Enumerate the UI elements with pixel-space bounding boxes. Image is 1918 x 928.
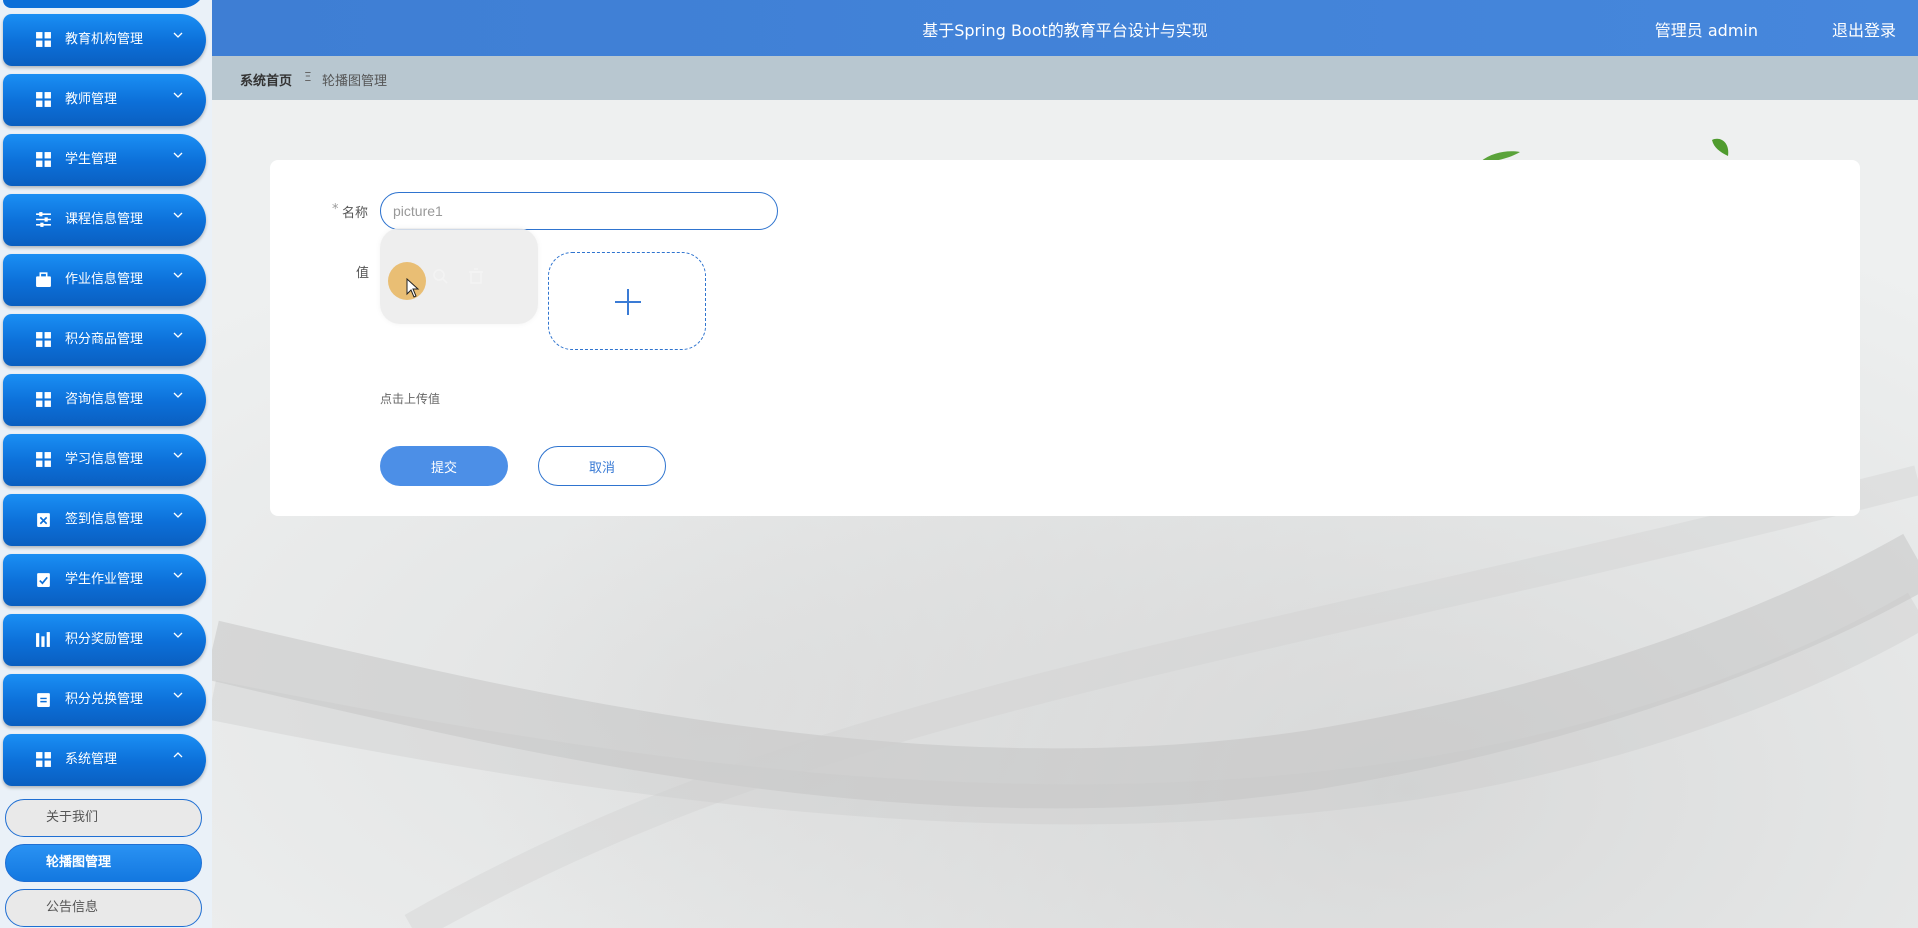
breadcrumb-separator: Ξ xyxy=(304,70,312,84)
sidebar-subitem-notice[interactable]: 公告信息 xyxy=(5,889,202,927)
logout-link[interactable]: 退出登录 xyxy=(1832,17,1896,41)
value-label: 值 xyxy=(356,266,370,281)
sidebar-item-label: 学生作业管理 xyxy=(65,572,144,587)
leaf-decoration-icon xyxy=(1712,138,1729,156)
sidebar-item-checkin[interactable]: 签到信息管理 xyxy=(3,494,206,546)
plus-icon xyxy=(615,289,641,315)
chevron-down-icon xyxy=(173,272,183,278)
chevron-down-icon xyxy=(173,332,183,338)
top-header: 基于Spring Boot的教育平台设计与实现 管理员 admin 退出登录 xyxy=(212,0,1918,56)
briefcase-icon xyxy=(36,272,51,287)
sidebar-item-label: 系统管理 xyxy=(65,752,118,767)
sidebar-item-consult[interactable]: 咨询信息管理 xyxy=(3,374,206,426)
chevron-down-icon xyxy=(173,692,183,698)
grid-icon xyxy=(36,152,51,167)
breadcrumb-current: 轮播图管理 xyxy=(322,74,388,89)
sidebar-item-partial[interactable] xyxy=(3,0,206,8)
sidebar-item-label: 作业信息管理 xyxy=(65,272,144,287)
delete-icon[interactable] xyxy=(468,268,484,284)
sidebar-subitem-about[interactable]: 关于我们 xyxy=(5,799,202,837)
upload-hint: 点击上传值 xyxy=(380,392,441,406)
sidebar-item-label: 课程信息管理 xyxy=(65,212,144,227)
breadcrumb: 系统首页 Ξ 轮播图管理 xyxy=(212,56,1918,100)
image-upload-button[interactable] xyxy=(548,252,706,350)
sidebar-item-label: 学生管理 xyxy=(65,152,118,167)
clipboard-x-icon xyxy=(37,513,50,527)
clipboard-check-icon xyxy=(37,573,50,587)
chevron-down-icon xyxy=(173,92,183,98)
chevron-down-icon xyxy=(173,212,183,218)
chevron-down-icon xyxy=(173,152,183,158)
name-label: 名称 xyxy=(342,206,369,221)
sidebar-item-points-exchange[interactable]: 积分兑换管理 xyxy=(3,674,206,726)
sliders-icon xyxy=(36,212,51,227)
sidebar-item-label: 教育机构管理 xyxy=(65,32,144,47)
grid-icon xyxy=(36,92,51,107)
grid-icon xyxy=(36,32,51,47)
name-input[interactable] xyxy=(380,192,778,230)
sidebar: 教育机构管理 教师管理 学生管理 课程信息管理 作业信息管理 积分商品管理 咨询… xyxy=(0,0,212,928)
mouse-cursor-icon xyxy=(406,278,420,298)
form-card: * 名称 值 点击上传值 提交 取消 xyxy=(270,160,1860,516)
grid-icon xyxy=(36,452,51,467)
chevron-down-icon xyxy=(173,32,183,38)
chevron-up-icon xyxy=(173,752,183,758)
grid-icon xyxy=(36,752,51,767)
required-mark: * xyxy=(332,202,339,217)
sidebar-item-institution[interactable]: 教育机构管理 xyxy=(3,14,206,66)
sidebar-item-label: 积分兑换管理 xyxy=(65,692,144,707)
cancel-button[interactable]: 取消 xyxy=(538,446,666,486)
chevron-down-icon xyxy=(173,632,183,638)
chevron-down-icon xyxy=(173,452,183,458)
bars-icon xyxy=(36,632,50,647)
sidebar-item-label: 咨询信息管理 xyxy=(65,392,144,407)
grid-icon xyxy=(36,332,51,347)
sidebar-item-course[interactable]: 课程信息管理 xyxy=(3,194,206,246)
sidebar-item-label: 积分奖励管理 xyxy=(65,632,144,647)
uploaded-image-thumbnail[interactable] xyxy=(380,228,538,324)
zoom-in-icon[interactable] xyxy=(432,268,448,284)
sidebar-item-student-homework[interactable]: 学生作业管理 xyxy=(3,554,206,606)
sidebar-item-teacher[interactable]: 教师管理 xyxy=(3,74,206,126)
sidebar-item-homework[interactable]: 作业信息管理 xyxy=(3,254,206,306)
sidebar-item-label: 教师管理 xyxy=(65,92,118,107)
sidebar-item-study[interactable]: 学习信息管理 xyxy=(3,434,206,486)
grid-icon xyxy=(36,392,51,407)
clipboard-icon xyxy=(37,693,50,707)
chevron-down-icon xyxy=(173,392,183,398)
chevron-down-icon xyxy=(173,512,183,518)
current-user: 管理员 admin xyxy=(1654,21,1758,40)
sidebar-item-label: 签到信息管理 xyxy=(65,512,144,527)
sidebar-item-system[interactable]: 系统管理 xyxy=(3,734,206,786)
sidebar-item-label: 积分商品管理 xyxy=(65,332,144,347)
sidebar-item-points-goods[interactable]: 积分商品管理 xyxy=(3,314,206,366)
sidebar-item-student[interactable]: 学生管理 xyxy=(3,134,206,186)
breadcrumb-home[interactable]: 系统首页 xyxy=(240,70,292,89)
sidebar-subitem-carousel[interactable]: 轮播图管理 xyxy=(5,844,202,882)
sidebar-item-label: 学习信息管理 xyxy=(65,452,144,467)
chevron-down-icon xyxy=(173,572,183,578)
submit-button[interactable]: 提交 xyxy=(380,446,508,486)
sidebar-item-points-reward[interactable]: 积分奖励管理 xyxy=(3,614,206,666)
